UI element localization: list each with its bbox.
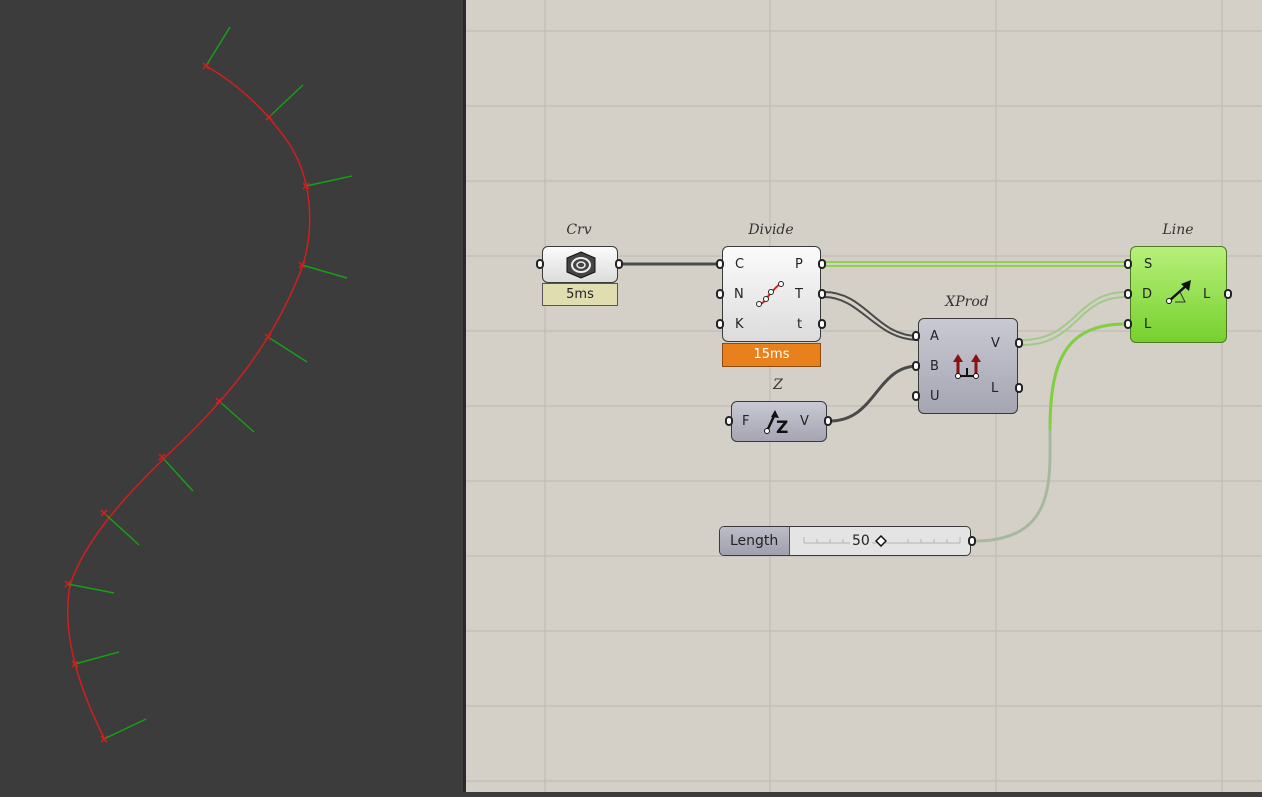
- tangent-line: [205, 26, 231, 67]
- divide-input-c: C: [735, 257, 745, 272]
- xprod-nickname: XProd: [945, 294, 989, 310]
- divide-grip-c[interactable]: [716, 259, 724, 269]
- curve-param-icon: [566, 251, 596, 279]
- divide-grip-t-param[interactable]: [818, 319, 826, 329]
- tangent-line: [218, 400, 255, 433]
- divide-output-p: P: [795, 257, 803, 272]
- xprod-input-a: A: [930, 329, 939, 344]
- line-grip-s[interactable]: [1124, 259, 1132, 269]
- tangent-line: [267, 336, 308, 363]
- viewport-drawing: [64, 26, 353, 743]
- line-grip-l[interactable]: [1124, 319, 1132, 329]
- divide-grip-t[interactable]: [818, 289, 826, 299]
- unit-z-component[interactable]: F V Z: [731, 401, 827, 442]
- grasshopper-canvas[interactable]: Crv 5ms Divide C N K P T t 15ms Z F V Z …: [466, 0, 1262, 792]
- z-grip-f[interactable]: [725, 416, 733, 426]
- crv-parameter[interactable]: [542, 246, 618, 283]
- z-nickname: Z: [773, 377, 783, 393]
- line-input-l: L: [1144, 317, 1152, 332]
- xprod-grip-v[interactable]: [1015, 338, 1023, 348]
- xprod-grip-b[interactable]: [912, 361, 920, 371]
- tangent-line: [103, 512, 140, 546]
- z-grip-v[interactable]: [824, 416, 832, 426]
- divide-curve-icon: [756, 281, 784, 307]
- divide-input-n: N: [734, 287, 744, 302]
- tangent-line: [301, 264, 348, 279]
- tangent-line: [74, 651, 120, 665]
- division-points: [64, 62, 310, 743]
- canvas-grid: [466, 0, 1262, 792]
- division-point: [264, 333, 272, 341]
- slider-handle[interactable]: [875, 535, 887, 547]
- wire-z-to-xprod-b[interactable]: [829, 364, 919, 423]
- divide-input-k: K: [735, 317, 744, 332]
- line-input-s: S: [1144, 257, 1153, 272]
- line-input-d: D: [1142, 287, 1153, 302]
- crv-output-grip[interactable]: [615, 259, 623, 269]
- cross-product-icon: [953, 354, 981, 379]
- xprod-input-b: B: [930, 359, 939, 374]
- divided-curve: [66, 65, 311, 741]
- rhino-viewport[interactable]: [0, 0, 463, 792]
- divide-nickname: Divide: [748, 222, 794, 238]
- division-point: [265, 113, 273, 121]
- wire-divide-p-to-line-s[interactable]: [824, 261, 1126, 267]
- xprod-grip-l[interactable]: [1015, 383, 1023, 393]
- crv-nickname: Crv: [566, 222, 592, 238]
- xprod-output-v: V: [991, 336, 1000, 351]
- line-sdl-icon: [1166, 280, 1191, 304]
- divide-grip-n[interactable]: [716, 289, 724, 299]
- length-number-slider[interactable]: Length 50: [719, 526, 971, 556]
- z-input-f: F: [742, 414, 750, 429]
- slider-value: 50: [850, 533, 872, 549]
- tangent-line: [305, 175, 353, 187]
- slider-label: Length: [730, 533, 779, 549]
- xprod-grip-u[interactable]: [912, 391, 920, 401]
- wire-divide-t-to-xprod-a[interactable]: [823, 291, 919, 341]
- divide-grip-p[interactable]: [818, 259, 826, 269]
- xprod-input-u: U: [930, 389, 940, 404]
- line-nickname: Line: [1162, 222, 1194, 238]
- slider-output-grip[interactable]: [968, 536, 976, 546]
- divide-output-t: T: [795, 287, 803, 302]
- xprod-output-l: L: [991, 381, 999, 396]
- line-output-l: L: [1203, 287, 1211, 302]
- cross-product-component[interactable]: A B U V L: [918, 318, 1018, 414]
- tangent-lines: [67, 26, 353, 740]
- line-grip-d[interactable]: [1124, 289, 1132, 299]
- svg-text:Z: Z: [776, 418, 788, 436]
- wire-xprod-v-to-line-d[interactable]: [1021, 291, 1127, 346]
- tangent-line: [67, 583, 115, 594]
- division-point: [158, 453, 166, 461]
- crv-input-grip[interactable]: [536, 259, 544, 269]
- divide-profiler-timer: 15ms: [722, 343, 821, 367]
- tangent-line: [161, 456, 194, 492]
- division-point: [202, 62, 210, 70]
- divide-curve-component[interactable]: C N K P T t: [722, 246, 821, 342]
- tangent-line: [103, 718, 147, 740]
- tangent-line: [268, 84, 304, 118]
- divide-grip-k[interactable]: [716, 319, 724, 329]
- division-point: [100, 509, 108, 517]
- line-sdl-component[interactable]: S D L L: [1130, 246, 1227, 343]
- crv-profiler-timer: 5ms: [542, 283, 618, 306]
- xprod-grip-a[interactable]: [912, 331, 920, 341]
- unit-z-icon: Z: [764, 410, 788, 436]
- line-grip-output-l[interactable]: [1224, 289, 1232, 299]
- z-output-v: V: [800, 414, 809, 429]
- divide-output-t-param: t: [797, 317, 803, 332]
